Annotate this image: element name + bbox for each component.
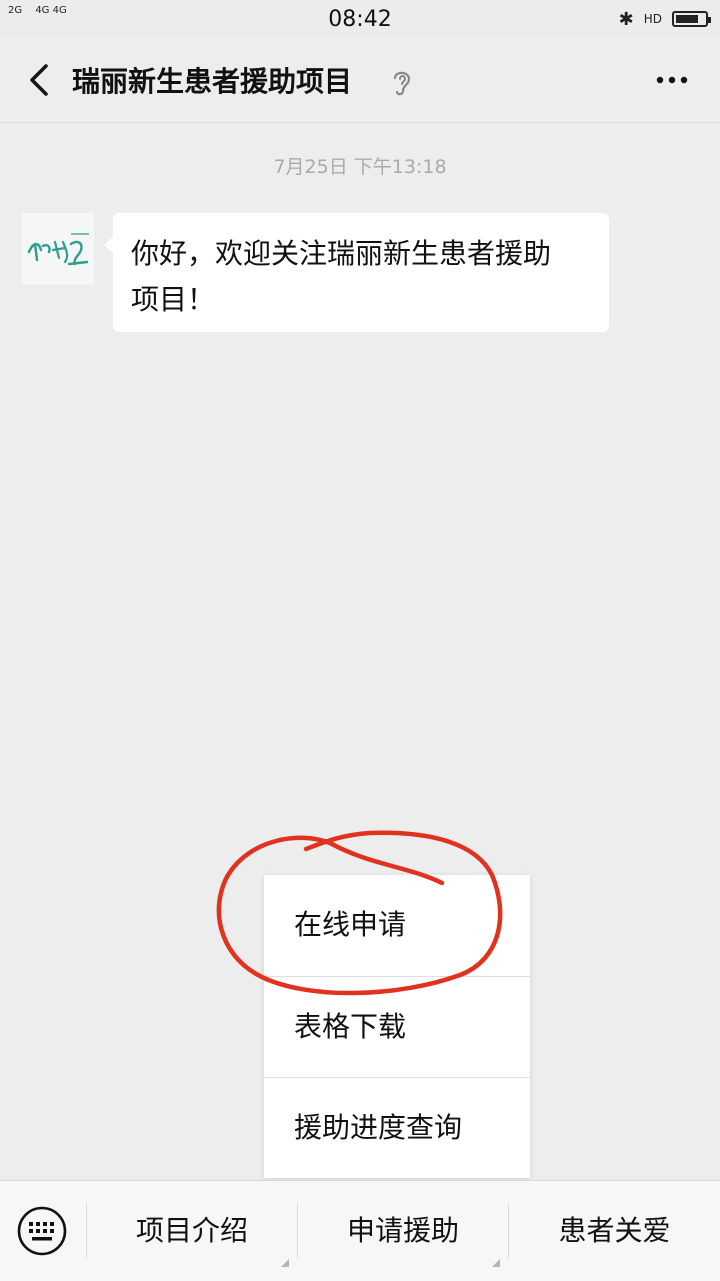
message-text-line2: 项目！ [131, 283, 216, 316]
ear-icon [393, 71, 411, 96]
menu-button-label: 申请援助 [346, 1214, 459, 1247]
menu-button-label: 患者关爱 [558, 1214, 671, 1247]
battery-icon [672, 11, 711, 27]
menu-button-label: 项目介绍 [135, 1214, 248, 1247]
back-chevron-icon[interactable] [22, 60, 62, 100]
keyboard-icon[interactable] [16, 1205, 68, 1257]
bluetooth-icon: ✱ [618, 8, 634, 30]
battery-fill [676, 15, 698, 23]
status-time: 08:42 [328, 7, 392, 32]
menu-item-progress-query[interactable]: 援助进度查询 [264, 1077, 530, 1177]
message-timestamp: 7月25日 下午13:18 [273, 156, 447, 178]
account-avatar[interactable] [22, 213, 94, 285]
title-bar: 瑞丽新生患者援助项目 [0, 38, 720, 123]
submenu-indicator-icon [492, 1259, 500, 1267]
menu-item-form-download[interactable]: 表格下载 [264, 976, 530, 1076]
hd-call-icon: HD [643, 12, 662, 26]
logo-image [27, 233, 89, 266]
menu-button-patient-care[interactable]: 患者关爱 [509, 1181, 720, 1281]
page-title: 瑞丽新生患者援助项目 [72, 65, 353, 98]
menu-button-project-intro[interactable]: 项目介绍 [87, 1181, 297, 1281]
menu-item-online-apply[interactable]: 在线申请 [264, 875, 530, 975]
more-dots-icon[interactable] [652, 64, 692, 96]
bottom-menu-bar: 项目介绍 申请援助 患者关爱 [0, 1180, 720, 1281]
submenu-indicator-icon [281, 1259, 289, 1267]
message-text-line1: 你好，欢迎关注瑞丽新生患者援助 [131, 237, 552, 270]
menu-button-apply-aid[interactable]: 申请援助 [298, 1181, 508, 1281]
status-right-icons: ✱ HD [618, 8, 711, 30]
submenu-popup: 在线申请 表格下载 援助进度查询 [264, 875, 530, 1178]
status-bar: 2G 4G 4G 08:42 ✱ HD [0, 0, 720, 38]
message-bubble[interactable]: 你好，欢迎关注瑞丽新生患者援助 项目！ [104, 213, 609, 332]
